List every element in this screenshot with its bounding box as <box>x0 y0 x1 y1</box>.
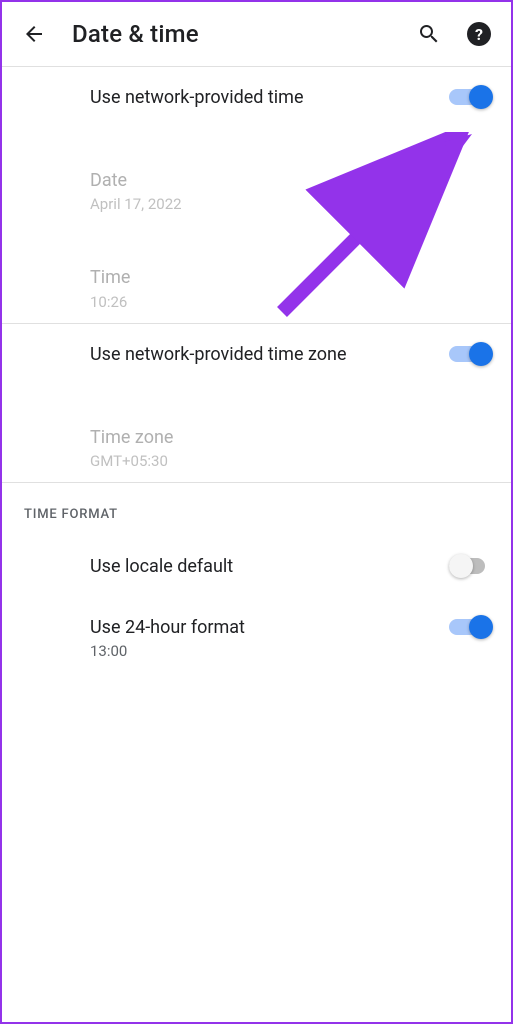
date-setting: Date April 17, 2022 <box>2 156 511 225</box>
network-time-toggle[interactable] <box>449 85 489 109</box>
time-setting: Time 10:26 <box>2 253 511 322</box>
use-24h-setting[interactable]: Use 24-hour format 13:00 <box>2 597 511 678</box>
page-title: Date & time <box>72 20 391 48</box>
date-label: Date <box>90 168 489 193</box>
time-label: Time <box>90 265 489 290</box>
locale-default-toggle[interactable] <box>449 554 489 578</box>
time-format-header: TIME FORMAT <box>2 483 511 536</box>
network-timezone-label: Use network-provided time zone <box>90 342 449 367</box>
app-header: Date & time ? <box>2 2 511 66</box>
network-timezone-setting[interactable]: Use network-provided time zone <box>2 324 511 385</box>
locale-default-label: Use locale default <box>90 554 449 579</box>
time-value: 10:26 <box>90 293 489 311</box>
timezone-value: GMT+05:30 <box>90 452 489 470</box>
network-timezone-toggle[interactable] <box>449 342 489 366</box>
timezone-setting: Time zone GMT+05:30 <box>2 413 511 482</box>
locale-default-setting[interactable]: Use locale default <box>2 536 511 597</box>
header-actions: ? <box>417 22 491 46</box>
date-value: April 17, 2022 <box>90 195 489 213</box>
network-time-label: Use network-provided time <box>90 85 449 110</box>
timezone-label: Time zone <box>90 425 489 450</box>
use-24h-value: 13:00 <box>90 642 449 660</box>
network-time-setting[interactable]: Use network-provided time <box>2 67 511 128</box>
help-icon[interactable]: ? <box>467 22 491 46</box>
use-24h-toggle[interactable] <box>449 615 489 639</box>
search-icon[interactable] <box>417 22 441 46</box>
back-button[interactable] <box>22 22 46 46</box>
use-24h-label: Use 24-hour format <box>90 615 449 640</box>
